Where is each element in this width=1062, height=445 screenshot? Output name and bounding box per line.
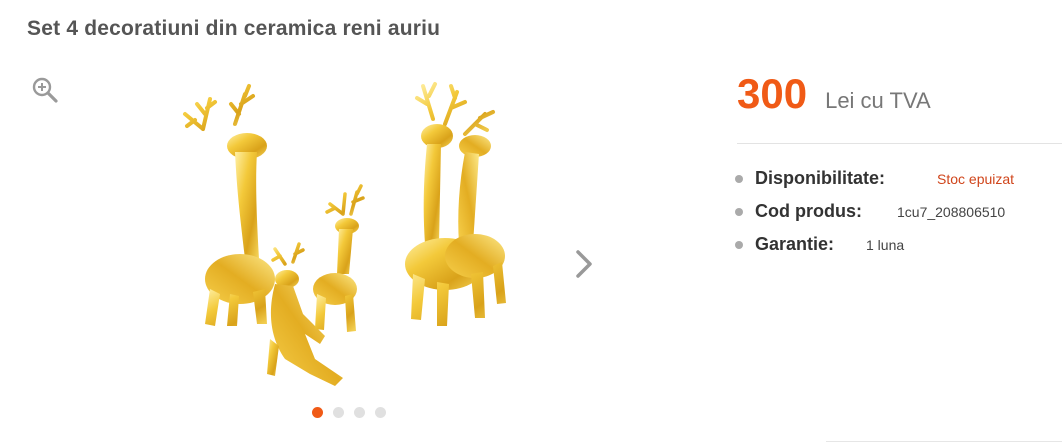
spec-warranty: Garantie: 1 luna [735,234,1055,267]
product-code: 1cu7_208806510 [897,204,1006,220]
gallery-dot-1[interactable] [312,406,323,418]
bullet-icon [735,175,743,183]
gallery-dot-2[interactable] [333,406,344,418]
divider [826,441,1062,442]
warranty-value: 1 luna [866,237,905,253]
reindeer-figurine-tall-left [183,84,275,326]
bullet-icon [735,208,743,216]
chevron-right-icon[interactable] [572,248,596,280]
gallery-pagination [312,406,386,418]
reindeer-figurine-small [313,184,365,332]
spec-product-code: Cod produs: 1cu7_208806510 [735,201,1055,234]
price-block: 300 Lei cu TVA [737,70,931,118]
price-value: 300 [737,70,808,117]
divider [737,143,1062,144]
reindeer-figurine-pair-right [405,82,506,326]
product-image[interactable] [175,74,520,394]
reindeer-figurine-sitting [267,242,343,386]
gallery-dot-3[interactable] [354,406,365,418]
spec-label: Cod produs: [755,201,862,221]
product-title: Set 4 decoratiuni din ceramica reni auri… [27,17,441,40]
gallery-dot-4[interactable] [375,406,386,418]
spec-label: Garantie: [755,234,835,254]
bullet-icon [735,241,743,249]
spec-availability: Disponibilitate: Stoc epuizat [735,168,1055,201]
stock-status: Stoc epuizat [937,171,1015,187]
price-unit: Lei cu TVA [825,88,931,113]
zoom-in-icon[interactable] [31,76,59,104]
spec-label: Disponibilitate: [755,168,885,188]
product-specs: Disponibilitate: Stoc epuizat Cod produs… [735,168,1055,267]
